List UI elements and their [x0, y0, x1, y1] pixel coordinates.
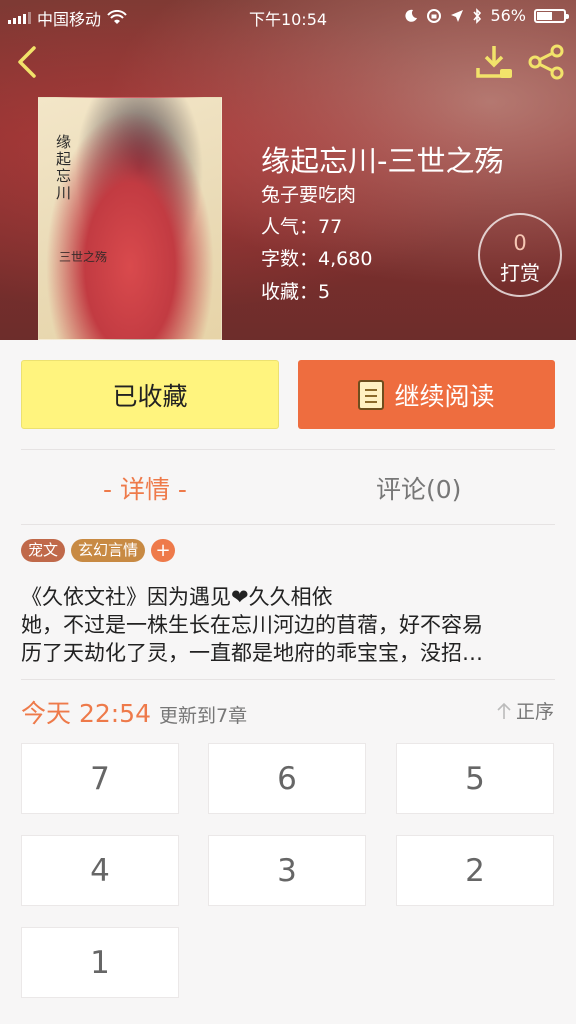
- battery-percent: 56%: [490, 6, 526, 25]
- update-text: 更新到7章: [159, 705, 248, 727]
- chapter-button[interactable]: 1: [21, 927, 179, 998]
- book-cover[interactable]: 缘起忘川 三世之殇: [38, 97, 222, 340]
- tag-item[interactable]: 玄幻言情: [71, 539, 146, 562]
- rotation-lock-icon: [427, 8, 442, 23]
- status-bar: 中国移动 下午10:54 56%: [0, 0, 576, 32]
- sort-label: 正序: [515, 701, 554, 723]
- favorited-button[interactable]: 已收藏: [21, 360, 279, 429]
- favorites-label: 收藏：: [261, 281, 319, 303]
- description-line: 她，不过是一株生长在忘川河边的苜蓿，好不容易: [21, 613, 483, 637]
- word-count-label: 字数：: [261, 248, 319, 270]
- tag-item[interactable]: 宠文: [21, 539, 66, 562]
- chapter-button[interactable]: 2: [396, 835, 554, 906]
- popularity-value: 77: [318, 216, 343, 238]
- sort-toggle[interactable]: 正序: [496, 697, 554, 724]
- book-title: 缘起忘川-三世之殇: [261, 144, 504, 178]
- continue-reading-button[interactable]: 继续阅读: [298, 360, 555, 429]
- chevron-left-icon[interactable]: [10, 42, 46, 82]
- chapter-button[interactable]: 5: [396, 743, 554, 814]
- cover-title: 缘起忘川: [54, 134, 72, 202]
- cover-subtitle: 三世之殇: [59, 250, 108, 264]
- tab-detail[interactable]: - 详情 -: [103, 470, 187, 506]
- divider: [21, 679, 555, 680]
- arrow-up-icon: [497, 702, 511, 719]
- download-icon[interactable]: [474, 42, 514, 82]
- book-description[interactable]: 《久依文社》因为遇见❤久久相依 她，不过是一株生长在忘川河边的苜蓿，好不容易 历…: [21, 583, 559, 667]
- word-count-value: 4,680: [318, 248, 373, 270]
- tab-comments[interactable]: 评论(0): [376, 470, 461, 506]
- tip-button[interactable]: 0 打赏: [478, 213, 562, 297]
- book-header: 中国移动 下午10:54 56% 缘起忘川 三世之殇 缘起忘川-三世之殇 兔子要…: [0, 0, 576, 340]
- favorites-value: 5: [318, 281, 331, 303]
- continue-reading-label: 继续阅读: [394, 381, 495, 411]
- bluetooth-icon: [473, 7, 482, 24]
- moon-icon: [405, 9, 418, 22]
- share-icon[interactable]: [526, 42, 566, 82]
- divider: [21, 449, 555, 450]
- update-info: 今天 22:54 更新到7章: [21, 694, 247, 730]
- chapter-button[interactable]: 7: [21, 743, 179, 814]
- chapter-button[interactable]: 6: [208, 743, 366, 814]
- status-right: 56%: [404, 6, 569, 25]
- add-tag-button[interactable]: +: [151, 539, 176, 562]
- chapter-button[interactable]: 4: [21, 835, 179, 906]
- description-line: 《久依文社》因为遇见❤久久相依: [21, 585, 333, 609]
- book-icon: [358, 379, 385, 410]
- tip-count: 0: [513, 231, 527, 255]
- chapter-button[interactable]: 3: [208, 835, 366, 906]
- popularity-stat: 人气：77: [261, 212, 342, 239]
- tag-list: 宠文 玄幻言情 +: [21, 539, 176, 562]
- battery-icon: [534, 8, 569, 23]
- book-author[interactable]: 兔子要吃肉: [261, 180, 356, 207]
- location-icon: [451, 9, 464, 22]
- word-count-stat: 字数：4,680: [261, 244, 372, 271]
- tip-label: 打赏: [500, 261, 540, 285]
- popularity-label: 人气：: [261, 216, 319, 238]
- description-line: 历了天劫化了灵，一直都是地府的乖宝宝，没招…: [21, 641, 483, 665]
- divider: [21, 524, 555, 525]
- favorites-stat: 收藏：5: [261, 277, 330, 304]
- favorited-label: 已收藏: [112, 381, 188, 411]
- update-time: 今天 22:54: [21, 699, 151, 728]
